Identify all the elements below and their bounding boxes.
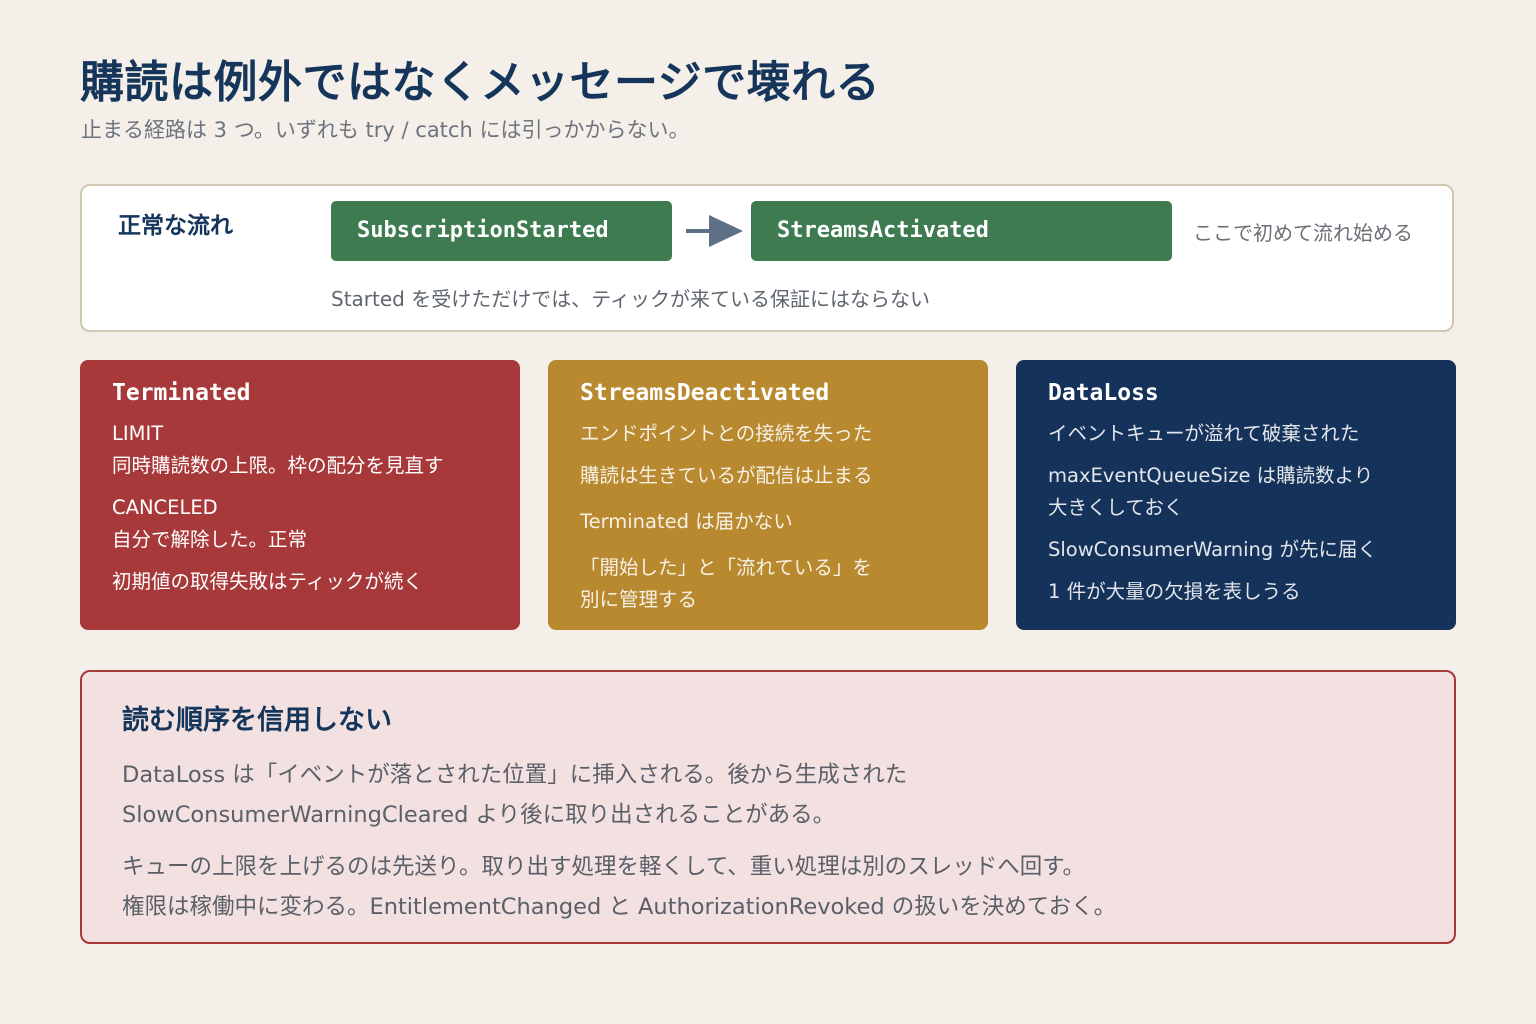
- card-line: 大きくしておく: [1048, 496, 1184, 519]
- streams-activated-box: StreamsActivated: [751, 201, 1172, 261]
- card-line: イベントキューが溢れて破棄された: [1048, 422, 1360, 445]
- read-order-title: 読む順序を信用しない: [122, 705, 392, 736]
- card-line: 別に管理する: [580, 588, 698, 611]
- order-line: キューの上限を上げるのは先送り。取り出す処理を軽くして、重い処理は別のスレッドへ…: [122, 854, 1086, 880]
- card-line: LIMIT: [112, 422, 164, 445]
- order-line: 権限は稼働中に変わる。EntitlementChanged と Authoriz…: [122, 894, 1117, 920]
- card-line: 「開始した」と「流れている」を: [580, 556, 872, 579]
- read-order-warning-panel: 読む順序を信用しない DataLoss は「イベントが落とされた位置」に挿入され…: [80, 670, 1456, 944]
- card-line: 購読は生きているが配信は止まる: [580, 464, 873, 487]
- page-title: 購読は例外ではなくメッセージで壊れる: [80, 57, 881, 108]
- normal-flow-label: 正常な流れ: [118, 213, 233, 239]
- card-line: エンドポイントとの接続を失った: [580, 422, 873, 445]
- right-arrow-icon: [686, 215, 743, 247]
- data-loss-card-title: DataLoss: [1048, 380, 1159, 406]
- order-line: SlowConsumerWarningCleared より後に取り出されることが…: [122, 802, 836, 828]
- card-line: SlowConsumerWarning が先に届く: [1048, 538, 1377, 561]
- data-loss-card: DataLoss イベントキューが溢れて破棄された maxEventQueueS…: [1016, 360, 1456, 630]
- flow-start-note: ここで初めて流れ始める: [1193, 221, 1413, 245]
- card-line: CANCELED: [112, 496, 218, 519]
- card-line: 同時購読数の上限。枠の配分を見直す: [112, 454, 444, 477]
- terminated-card-title: Terminated: [112, 380, 251, 406]
- terminated-card: Terminated LIMIT 同時購読数の上限。枠の配分を見直す CANCE…: [80, 360, 520, 630]
- streams-deactivated-card: StreamsDeactivated エンドポイントとの接続を失った 購読は生き…: [548, 360, 988, 630]
- order-line: DataLoss は「イベントが落とされた位置」に挿入される。後から生成された: [122, 762, 908, 788]
- card-line: 1 件が大量の欠損を表しうる: [1048, 580, 1301, 603]
- card-line: maxEventQueueSize は購読数より: [1048, 464, 1374, 487]
- flow-caption: Started を受けただけでは、ティックが来ている保証にはならない: [331, 287, 931, 311]
- card-line: 初期値の取得失敗はティックが続く: [112, 570, 423, 593]
- streams-deactivated-card-title: StreamsDeactivated: [580, 380, 830, 406]
- normal-flow-panel: 正常な流れ SubscriptionStarted StreamsActivat…: [80, 184, 1454, 332]
- card-line: 自分で解除した。正常: [112, 528, 308, 551]
- page-subtitle: 止まる経路は 3 つ。いずれも try / catch には引っかからない。: [81, 118, 690, 142]
- card-line: Terminated は届かない: [580, 510, 793, 533]
- subscription-started-box: SubscriptionStarted: [331, 201, 672, 261]
